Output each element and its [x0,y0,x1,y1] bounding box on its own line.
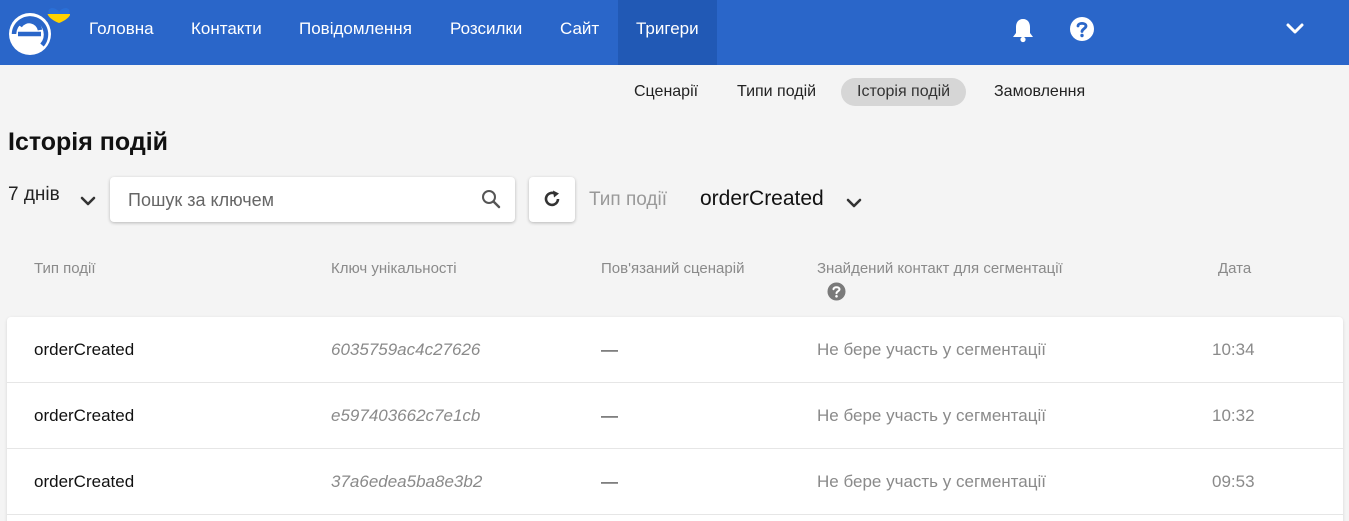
nav-triggers[interactable]: Тригери [618,0,717,65]
refresh-button[interactable] [529,177,575,222]
refresh-icon [544,190,560,207]
question-circle-icon[interactable] [827,282,846,306]
bell-icon[interactable] [1011,17,1035,48]
column-header-type[interactable]: Тип події [34,260,96,277]
cell-date: 10:34 [1212,340,1255,359]
chevron-down-icon[interactable] [846,195,862,213]
cell-unique-key: 37a6edea5ba8e3b2 [331,472,483,491]
top-navigation-bar: Головна Контакти Повідомлення Розсилки С… [0,0,1349,65]
chevron-down-icon[interactable] [80,193,96,211]
subtab-scenarios[interactable]: Сценарії [634,78,698,106]
nav-messages[interactable]: Повідомлення [299,0,412,65]
column-header-scenario[interactable]: Пов'язаний сценарій [601,260,744,277]
period-select[interactable]: 7 днів [8,184,60,206]
column-header-date[interactable]: Дата [1218,260,1251,277]
cell-scenario: — [601,472,618,491]
cell-contact: Не бере участь у сегментації [817,472,1046,491]
event-type-select[interactable]: orderCreated [700,187,824,211]
column-header-contact[interactable]: Знайдений контакт для сегментації [817,260,1063,277]
nav-mailings[interactable]: Розсилки [450,0,522,65]
table-row[interactable]: orderCreated 37a6edea5ba8e3b2 — Не бере … [7,449,1343,515]
search-icon[interactable] [481,189,501,214]
chevron-down-icon[interactable] [1285,22,1305,41]
cell-event-type: orderCreated [34,472,135,491]
subtab-orders[interactable]: Замовлення [994,78,1085,106]
nav-home[interactable]: Головна [89,0,154,65]
search-input[interactable] [128,187,468,213]
cell-unique-key: e597403662c7e1cb [331,406,481,425]
cell-date: 10:32 [1212,406,1255,425]
search-box [110,177,515,222]
event-type-label: Тип події [589,189,667,210]
event-history-table: orderCreated 6035759ac4c27626 — Не бере … [7,317,1343,521]
cell-contact: Не бере участь у сегментації [817,340,1046,359]
subtab-event-types[interactable]: Типи подій [737,78,816,106]
cell-event-type: orderCreated [34,340,135,359]
cell-date: 09:53 [1212,472,1255,491]
table-row[interactable]: orderCreated 6035759ac4c27626 — Не бере … [7,317,1343,383]
nav-contacts[interactable]: Контакти [191,0,262,65]
column-header-key[interactable]: Ключ унікальності [331,260,457,277]
cell-event-type: orderCreated [34,406,135,425]
subtab-event-history[interactable]: Історія подій [841,78,967,106]
table-row[interactable]: orderCreated e597403662c7e1cb — Не бере … [7,383,1343,449]
cell-contact: Не бере участь у сегментації [817,406,1046,425]
cell-scenario: — [601,340,618,359]
nav-site[interactable]: Сайт [560,0,599,65]
help-icon[interactable] [1069,16,1095,47]
brand-logo[interactable] [6,6,71,58]
cell-scenario: — [601,406,618,425]
cell-unique-key: 6035759ac4c27626 [331,340,481,359]
page-title: Історія подій [8,128,169,156]
